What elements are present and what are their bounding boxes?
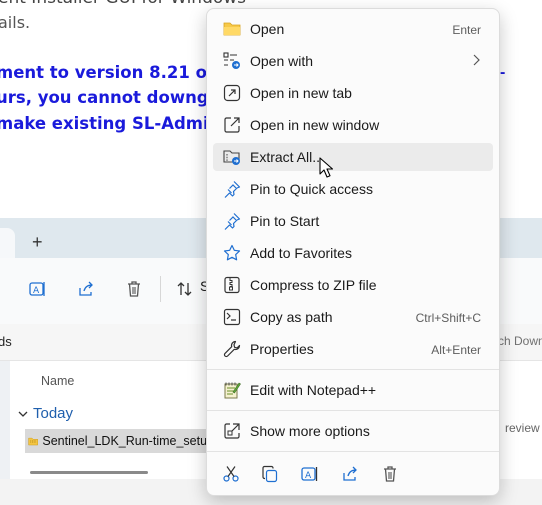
share-button[interactable]	[69, 272, 103, 306]
menu-item-properties[interactable]: Properties Alt+Enter	[213, 335, 493, 363]
horizontal-scrollbar[interactable]	[30, 471, 148, 474]
menu-divider	[207, 369, 499, 370]
menu-item-edit-with-notepad-plus-plus[interactable]: Edit with Notepad++	[213, 376, 493, 404]
menu-item-label: Add to Favorites	[250, 245, 352, 261]
menu-item-open-in-new-tab[interactable]: Open in new tab	[213, 79, 493, 107]
chevron-down-icon	[18, 411, 28, 417]
delete-icon	[384, 466, 396, 482]
wrench-icon	[223, 340, 241, 358]
svg-text:A: A	[33, 286, 40, 296]
menu-item-open-with[interactable]: Open with	[213, 47, 493, 75]
copy-icon	[262, 465, 278, 483]
menu-item-label: Copy as path	[250, 309, 333, 325]
tab-current[interactable]	[0, 228, 15, 260]
sort-icon	[177, 282, 192, 296]
menu-item-extract-all[interactable]: Extract All...	[213, 143, 493, 171]
menu-item-compress-to-zip[interactable]: Compress to ZIP file	[213, 271, 493, 299]
menu-item-pin-to-start[interactable]: Pin to Start	[213, 207, 493, 235]
menu-item-add-to-favorites[interactable]: Add to Favorites	[213, 239, 493, 267]
new-window-icon	[224, 117, 240, 133]
pin-icon	[224, 181, 241, 198]
sort-button[interactable]	[168, 272, 202, 306]
preview-pane-text: review a	[505, 421, 542, 435]
page-heading-fragment: ent Installer GUI for Windows	[0, 0, 246, 8]
delete-button[interactable]	[117, 272, 151, 306]
menu-item-copy-as-path[interactable]: Copy as path Ctrl+Shift+C	[213, 303, 493, 331]
open-with-icon	[223, 52, 240, 69]
menu-item-shortcut: Alt+Enter	[431, 343, 481, 357]
menu-item-open-in-new-window[interactable]: Open in new window	[213, 111, 493, 139]
copy-button[interactable]	[255, 459, 285, 489]
toolbar-divider	[160, 276, 161, 302]
share-button[interactable]	[335, 459, 365, 489]
search-input[interactable]: ch Down	[498, 334, 542, 348]
cut-button[interactable]	[216, 459, 246, 489]
menu-item-label: Open in new window	[250, 117, 380, 133]
chevron-right-icon	[473, 54, 480, 66]
menu-item-label: Edit with Notepad++	[250, 382, 377, 398]
menu-item-label: Open	[250, 21, 285, 37]
copy-path-icon	[223, 308, 241, 326]
group-header-today[interactable]: Today	[18, 405, 73, 422]
share-icon	[343, 466, 357, 481]
menu-item-label: Open with	[250, 53, 314, 69]
pin-icon	[224, 213, 241, 230]
rename-button[interactable]: A	[21, 272, 55, 306]
file-name: Sentinel_LDK_Run-time_setup	[42, 434, 214, 448]
address-path[interactable]: ds	[0, 334, 12, 349]
folder-icon	[223, 22, 241, 36]
mouse-pointer-icon	[319, 157, 333, 178]
column-header-name[interactable]: Name	[41, 374, 74, 388]
menu-item-label: Pin to Start	[250, 213, 320, 229]
page-body-fragment: ails.	[0, 13, 31, 32]
menu-item-label: Compress to ZIP file	[250, 277, 377, 293]
share-icon	[79, 281, 93, 296]
menu-item-label: Open in new tab	[250, 85, 352, 101]
svg-text:A: A	[305, 471, 312, 481]
menu-item-label: Show more options	[250, 423, 370, 439]
star-icon	[223, 244, 241, 261]
notepad-plus-icon	[224, 382, 241, 399]
rename-icon: A	[301, 467, 318, 481]
delete-button[interactable]	[375, 459, 405, 489]
menu-item-shortcut: Ctrl+Shift+C	[415, 311, 481, 325]
group-label: Today	[33, 405, 74, 422]
menu-item-label: Properties	[250, 341, 314, 357]
menu-divider	[207, 451, 499, 452]
extract-icon	[223, 150, 240, 165]
menu-item-label: Extract All...	[250, 149, 324, 165]
menu-item-label: Pin to Quick access	[250, 181, 373, 197]
new-tab-icon	[223, 84, 241, 102]
more-options-icon	[224, 423, 240, 439]
cut-icon	[223, 466, 239, 482]
context-menu: Open Enter Open with Open in new tab Ope…	[206, 8, 500, 496]
delete-icon	[128, 281, 140, 297]
zip-icon	[224, 276, 240, 294]
menu-divider	[207, 410, 499, 411]
menu-item-open[interactable]: Open Enter	[213, 15, 493, 43]
rename-button[interactable]: A	[295, 459, 325, 489]
menu-item-shortcut: Enter	[452, 23, 481, 37]
menu-item-pin-to-quick-access[interactable]: Pin to Quick access	[213, 175, 493, 203]
rename-icon: A	[29, 282, 45, 296]
navigation-pane	[0, 361, 10, 479]
new-tab-button[interactable]: +	[32, 232, 43, 253]
menu-item-show-more-options[interactable]: Show more options	[213, 417, 493, 445]
page-notice-dash: -	[500, 64, 506, 81]
file-row-selected[interactable]: Sentinel_LDK_Run-time_setup	[25, 429, 214, 453]
zip-folder-icon	[28, 437, 39, 446]
